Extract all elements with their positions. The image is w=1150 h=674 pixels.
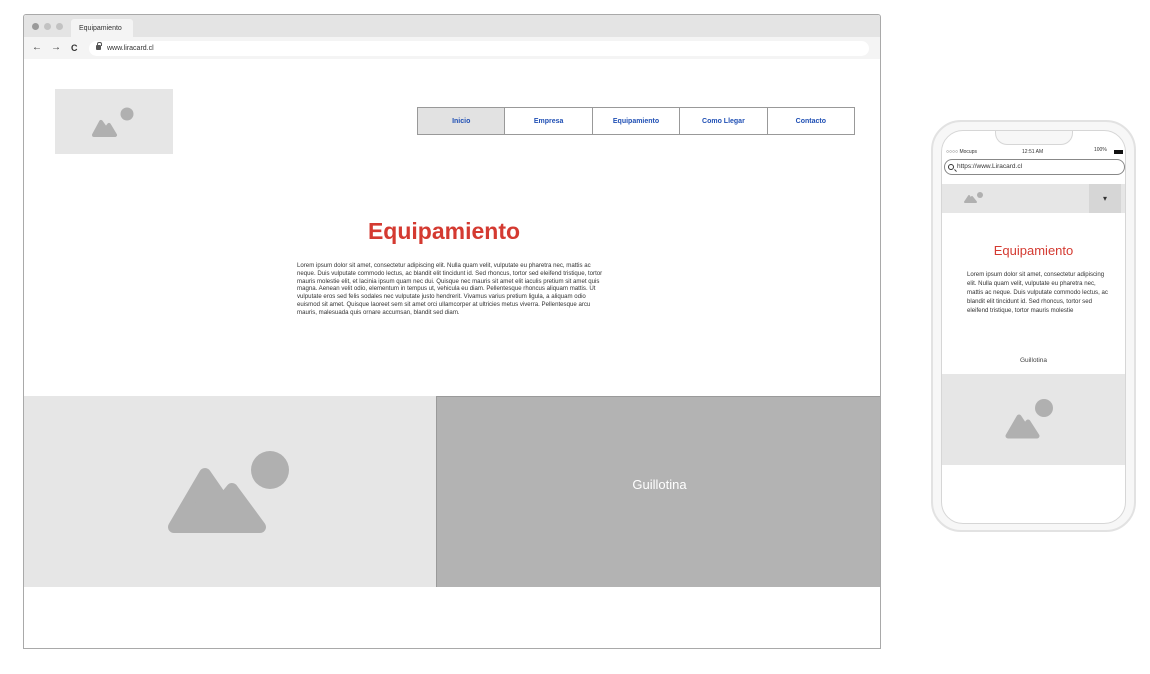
- window-close-dot[interactable]: [32, 23, 39, 30]
- mobile-url-text: https://www.Liracard.cl: [957, 163, 1023, 170]
- url-text: www.liracard.cl: [107, 45, 154, 52]
- equipment-label: Guillotina: [632, 477, 687, 492]
- forward-arrow-icon[interactable]: →: [51, 41, 61, 55]
- phone-screen: ○○○○ Mocups 12:51 AM 100% https://www.Li…: [941, 130, 1126, 524]
- desktop-browser-window: Equipamiento ← → C www.liracard.cl Inici…: [23, 14, 881, 649]
- mobile-equipment-label: Guillotina: [1019, 357, 1048, 364]
- window-minimize-dot[interactable]: [44, 23, 51, 30]
- image-placeholder-icon: [92, 107, 134, 137]
- nav-item-empresa[interactable]: Empresa: [505, 108, 593, 134]
- logo-placeholder: [55, 89, 173, 154]
- mobile-page-title: Equipamiento: [993, 243, 1074, 258]
- phone-frame: ○○○○ Mocups 12:51 AM 100% https://www.Li…: [931, 120, 1136, 532]
- image-placeholder-icon: [1005, 399, 1053, 439]
- mobile-header: ▾: [942, 184, 1125, 213]
- nav-item-inicio[interactable]: Inicio: [418, 108, 506, 134]
- battery-icon: [1114, 150, 1123, 154]
- mobile-body-paragraph: Lorem ipsum dolor sit amet, consectetur …: [967, 271, 1108, 314]
- status-time: 12:51 AM: [1022, 149, 1044, 155]
- browser-address-bar: ← → C www.liracard.cl: [24, 37, 880, 59]
- body-paragraph: Lorem ipsum dolor sit amet, consectetur …: [297, 262, 603, 316]
- equipment-label-panel: Guillotina: [436, 396, 880, 587]
- mobile-equipment-image-placeholder: [942, 374, 1125, 465]
- search-icon: [948, 164, 954, 170]
- carrier-text: ○○○○ Mocups: [946, 149, 977, 155]
- battery-text: 100%: [1094, 147, 1107, 153]
- browser-titlebar: Equipamiento: [24, 15, 880, 37]
- nav-item-como-llegar[interactable]: Como Llegar: [680, 108, 768, 134]
- image-placeholder-icon: [168, 451, 289, 533]
- page-title: Equipamiento: [367, 218, 521, 244]
- nav-item-contacto[interactable]: Contacto: [768, 108, 854, 134]
- url-field[interactable]: www.liracard.cl: [89, 41, 869, 56]
- phone-notch: [995, 131, 1073, 145]
- chevron-down-icon: ▾: [1102, 194, 1107, 203]
- browser-tab[interactable]: Equipamiento: [71, 19, 133, 37]
- image-placeholder-icon: [964, 192, 983, 203]
- main-nav-menu: Inicio Empresa Equipamiento Como Llegar …: [417, 107, 855, 135]
- nav-item-equipamiento[interactable]: Equipamiento: [593, 108, 681, 134]
- mobile-url-field[interactable]: https://www.Liracard.cl: [944, 159, 1125, 175]
- mobile-menu-dropdown[interactable]: ▾: [1089, 184, 1121, 213]
- window-maximize-dot[interactable]: [56, 23, 63, 30]
- lock-icon: [96, 42, 102, 50]
- reload-icon[interactable]: C: [71, 41, 78, 55]
- back-arrow-icon[interactable]: ←: [32, 41, 42, 55]
- equipment-image-placeholder: [24, 396, 436, 587]
